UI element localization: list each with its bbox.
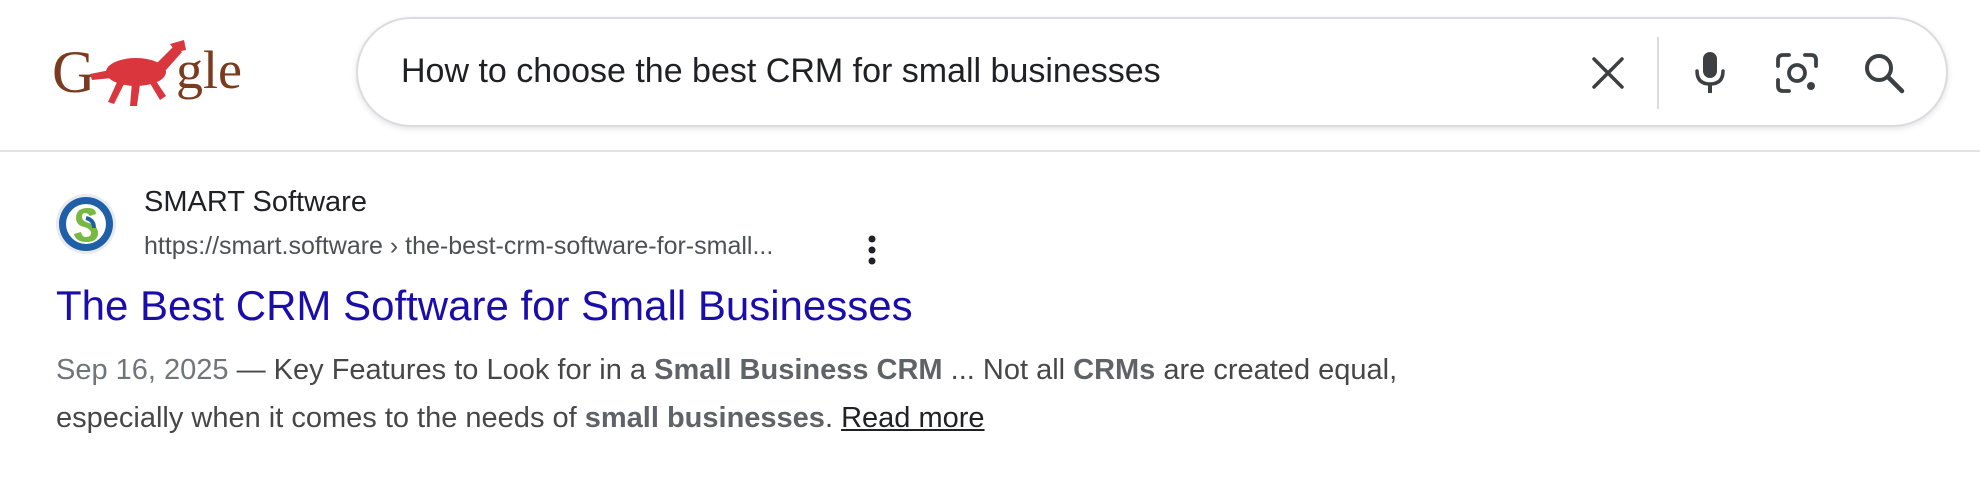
lens-camera-icon [1776,53,1818,93]
search-input[interactable] [401,43,1481,99]
horse-figure [90,40,186,106]
snippet-text-4: . [824,402,842,434]
logo-letter-g: G [52,39,95,105]
read-more-link[interactable]: Read more [841,402,984,434]
clear-search-button[interactable] [1582,47,1634,99]
lens-search-button[interactable] [1771,47,1823,99]
snippet-highlight-2: CRMs [1073,354,1156,386]
google-doodle-logo[interactable]: G gle [52,30,268,110]
search-box[interactable] [356,17,1948,127]
result-title-link[interactable]: The Best CRM Software for Small Business… [56,282,913,330]
search-icon [1865,54,1905,94]
snippet-text-1: Key Features to Look for in a [273,354,655,386]
more-vert-icon [868,235,876,265]
search-submit-button[interactable] [1858,47,1910,99]
close-icon [1592,57,1624,89]
snippet-text-2: ... Not all [942,354,1074,386]
voice-search-button[interactable] [1684,47,1736,99]
result-snippet: Sep 16, 2025 — Key Features to Look for … [56,346,1456,442]
logo-letters-gle: gle [176,40,242,100]
snippet-dash: — [228,354,274,386]
result-date: Sep 16, 2025 [56,354,229,386]
smart-software-favicon[interactable] [56,194,116,254]
microphone-icon [1695,52,1725,93]
result-options-button[interactable] [852,230,892,270]
search-header: G gle [0,0,1980,152]
favicon-logo-icon [59,197,113,251]
result-site-name[interactable]: SMART Software [144,186,367,219]
snippet-highlight-1: Small Business CRM [654,354,943,386]
search-divider [1657,37,1659,109]
result-url[interactable]: https://smart.software › the-best-crm-so… [144,232,773,261]
snippet-highlight-3: small businesses [584,402,825,434]
